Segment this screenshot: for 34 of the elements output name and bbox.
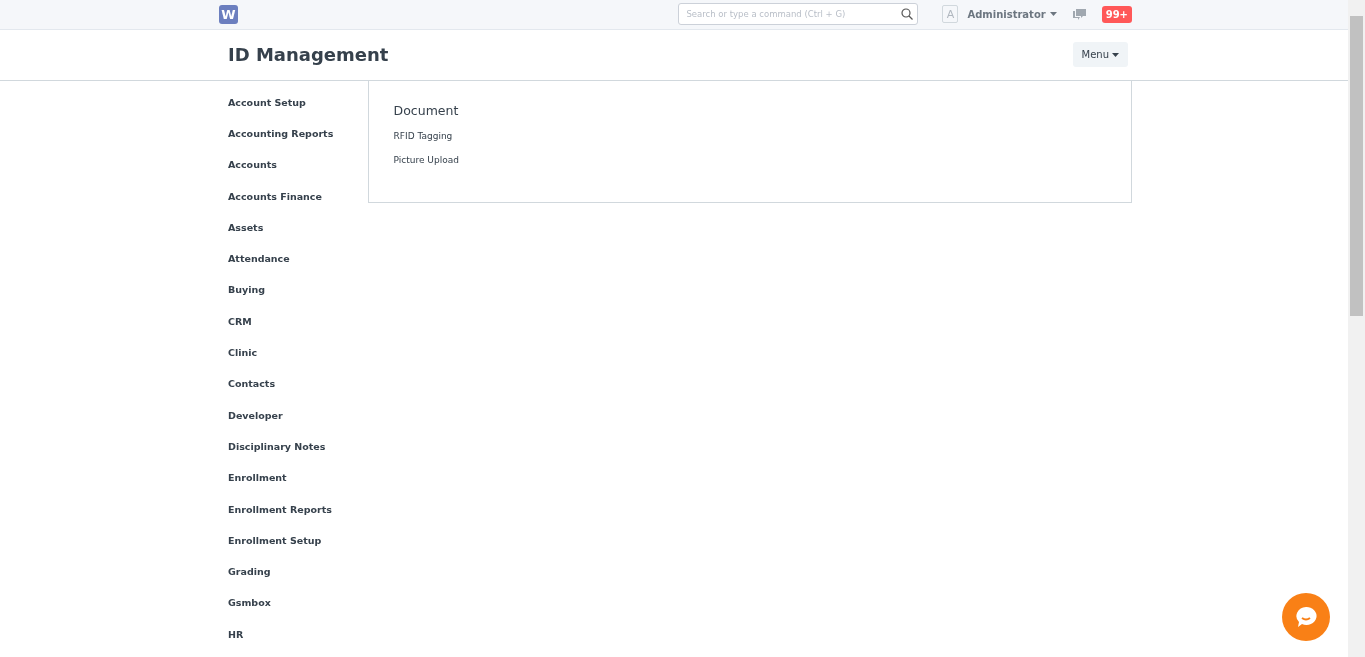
sidebar-item[interactable]: Developer <box>228 406 368 438</box>
sidebar-item[interactable]: Attendance <box>228 250 368 282</box>
sidebar-item[interactable]: Enrollment Setup <box>228 531 368 564</box>
sidebar-item[interactable]: HR <box>228 625 368 657</box>
sidebar-item[interactable]: Account Setup <box>228 93 368 125</box>
section-link[interactable]: Picture Upload <box>393 153 459 166</box>
sidebar-item[interactable]: Enrollment Reports <box>228 500 368 532</box>
sidebar-item[interactable]: Accounts Finance <box>228 187 368 219</box>
caret-icon <box>1112 52 1119 57</box>
sidebar-item[interactable]: Accounts <box>228 156 368 188</box>
user-menu[interactable]: Administrator <box>967 8 1057 20</box>
scrollbar-thumb[interactable] <box>1350 16 1363 316</box>
sidebar-item[interactable]: Gsmbox <box>228 594 368 626</box>
search-icon <box>901 8 914 21</box>
sidebar-item[interactable]: Accounting Reports <box>228 124 368 157</box>
chat-icon[interactable] <box>1072 8 1086 20</box>
sidebar-item[interactable]: Contacts <box>228 375 368 407</box>
chat-button[interactable] <box>1282 593 1330 641</box>
menu-button[interactable]: Menu <box>1072 42 1128 68</box>
caret-icon <box>1049 12 1057 17</box>
search-field[interactable]: Search or type a command (Ctrl + G) <box>678 3 919 26</box>
section-link[interactable]: RFID Tagging <box>393 129 453 142</box>
sidebar-item[interactable]: Clinic <box>228 344 368 376</box>
section-title: Document <box>393 102 459 118</box>
sidebar-item[interactable]: Assets <box>228 218 368 251</box>
sidebar-item[interactable]: CRM <box>228 312 368 345</box>
sidebar-item[interactable]: Grading <box>228 563 368 595</box>
sidebar-item[interactable]: Buying <box>228 281 368 313</box>
logo[interactable]: W <box>219 4 238 24</box>
scrollbar[interactable] <box>1348 0 1365 657</box>
chat-bubble-icon <box>1294 605 1318 629</box>
page-title: ID Management <box>228 44 389 66</box>
sidebar-item[interactable]: Enrollment <box>228 469 368 501</box>
sidebar-item[interactable]: Disciplinary Notes <box>228 437 368 470</box>
